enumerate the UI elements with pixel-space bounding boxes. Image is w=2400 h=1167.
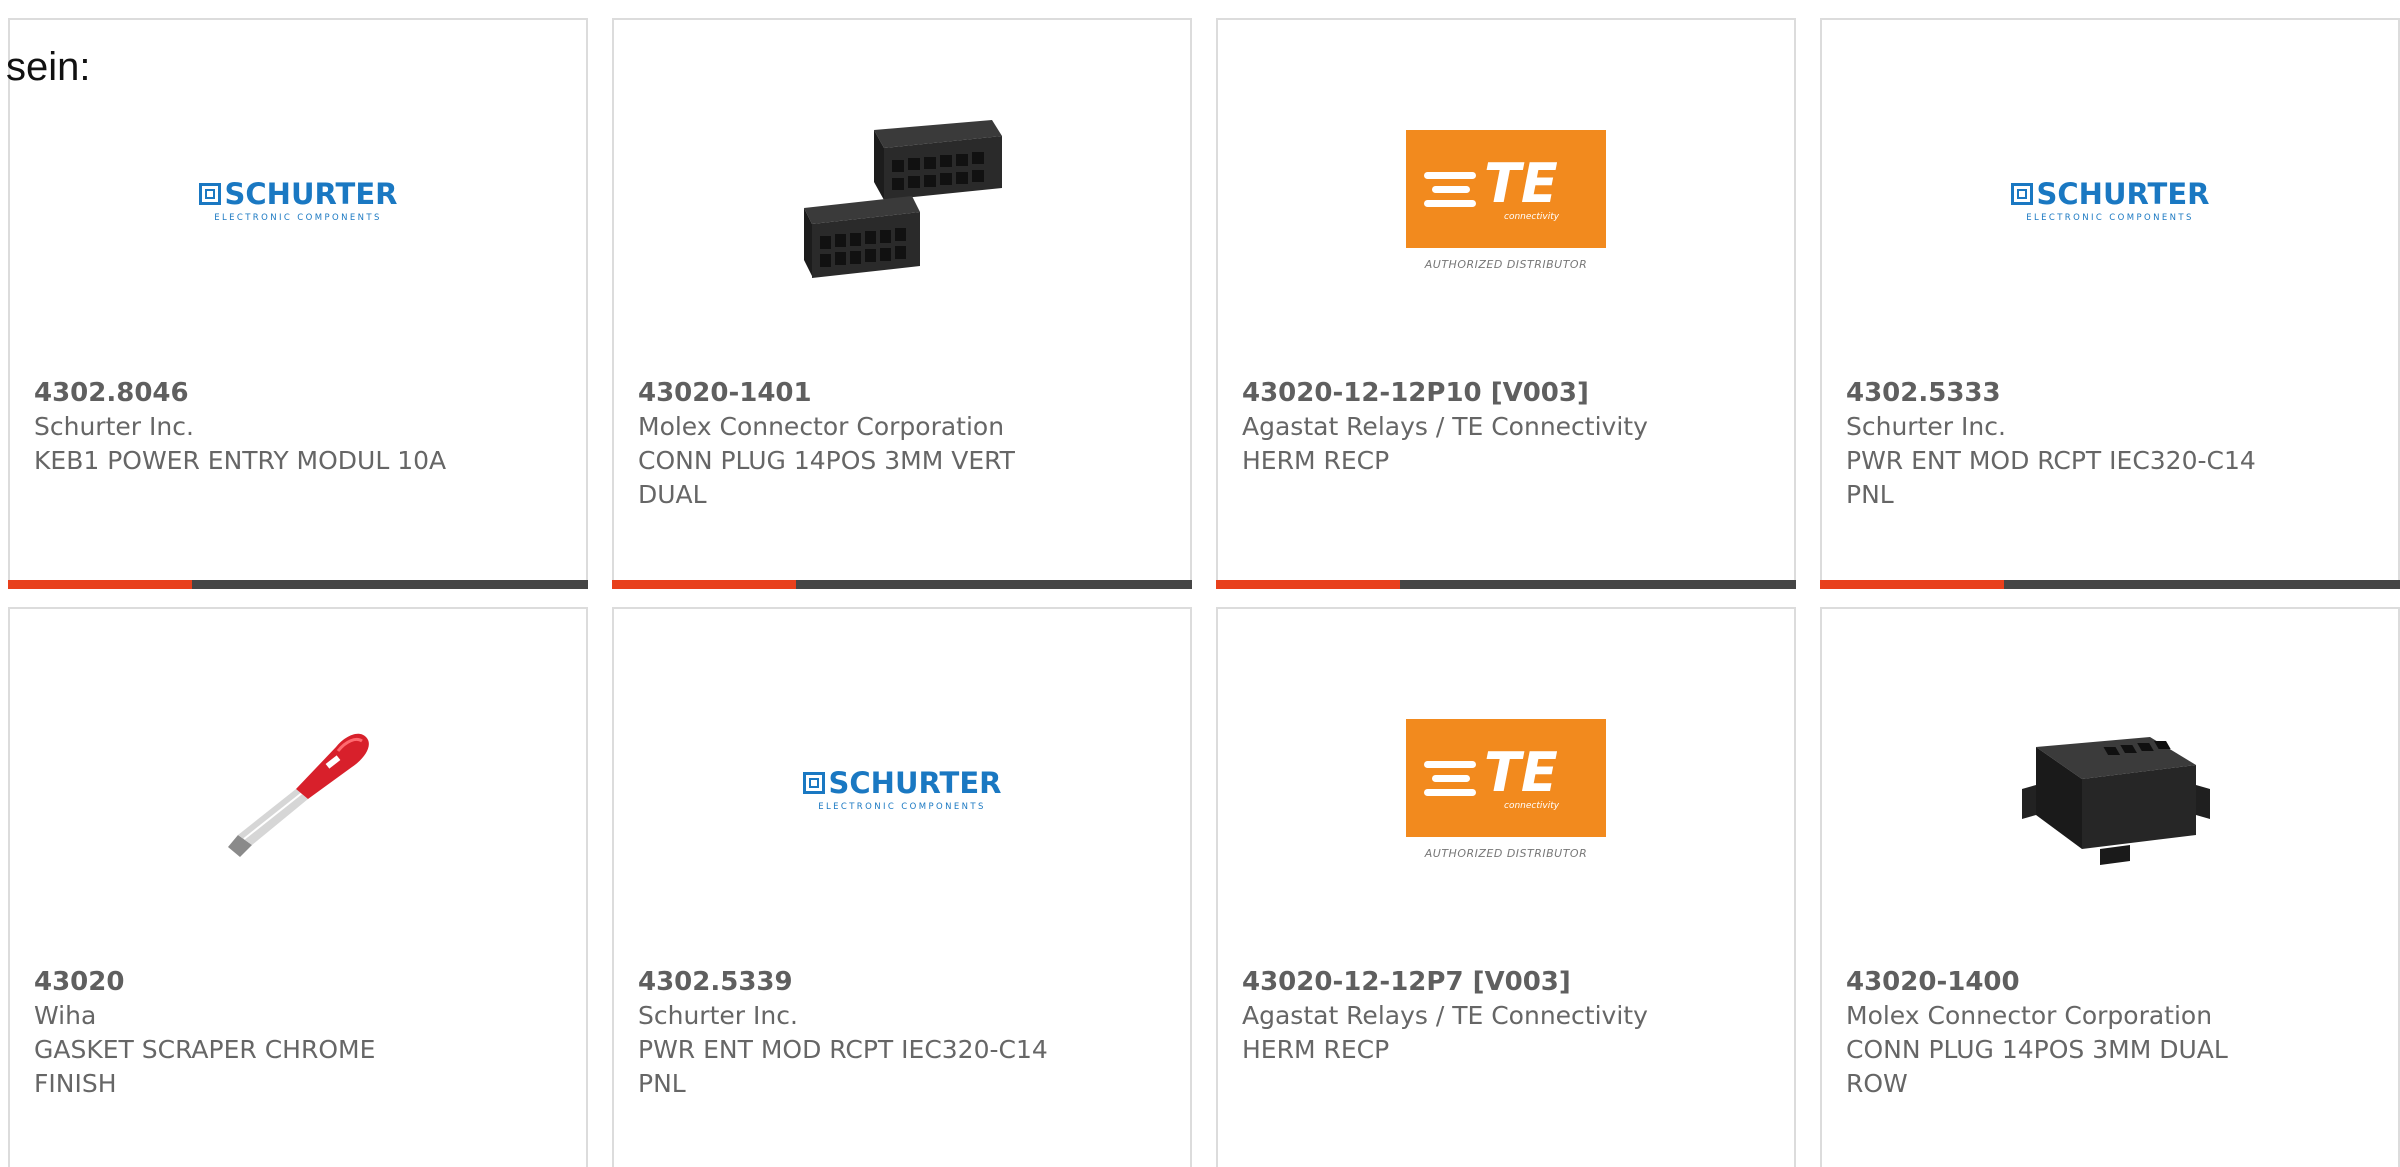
product-info: 43020-12-12P10 [V003] Agastat Relays / T…	[1242, 376, 1682, 478]
description-line: KEB1 POWER ENTRY MODUL 10A	[34, 446, 447, 475]
connector-photo-icon	[2022, 737, 2210, 865]
product-image	[614, 80, 1190, 320]
connector-photo-icon	[804, 120, 1002, 278]
description-line: CONN PLUG 14POS 3MM DUAL	[1846, 1035, 2228, 1064]
description-line: DUAL	[638, 480, 707, 509]
product-info: 4302.5339 Schurter Inc. PWR ENT MOD RCPT…	[638, 965, 1078, 1101]
product-image: SCHURTER ELECTRONIC COMPONENTS	[10, 80, 586, 320]
scraper-photo-icon	[228, 733, 369, 857]
product-card[interactable]: SCHURTER ELECTRONIC COMPONENTS 4302.8046…	[8, 18, 588, 589]
product-info: 43020-12-12P7 [V003] Agastat Relays / TE…	[1242, 965, 1682, 1067]
part-number[interactable]: 4302.5339	[638, 965, 1078, 999]
product-card[interactable]: 43020 Wiha GASKET SCRAPER CHROME FINISH	[8, 607, 588, 1167]
part-number[interactable]: 43020-12-12P7 [V003]	[1242, 965, 1682, 999]
description-line: HERM RECP	[1242, 1035, 1390, 1064]
product-results-page: sein: SCHURTER ELECTRONIC COMPONENTS 430…	[0, 0, 2400, 1167]
product-info: 43020 Wiha GASKET SCRAPER CHROME FINISH	[34, 965, 474, 1101]
part-number[interactable]: 43020-12-12P10 [V003]	[1242, 376, 1682, 410]
schurter-mark-icon	[802, 772, 825, 794]
product-image: SCHURTER ELECTRONIC COMPONENTS	[614, 669, 1190, 909]
description-line: PWR ENT MOD RCPT IEC320-C14	[638, 1035, 1048, 1064]
logo-subtext: ELECTRONIC COMPONENTS	[2026, 213, 2194, 223]
accent-segment	[8, 580, 192, 589]
schurter-mark-icon	[2010, 183, 2033, 205]
product-image	[10, 669, 586, 909]
product-info: 4302.5333 Schurter Inc. PWR ENT MOD RCPT…	[1846, 376, 2286, 512]
logo-text: SCHURTER	[2036, 177, 2210, 211]
logo-text: SCHURTER	[224, 177, 398, 211]
description-line: ROW	[1846, 1069, 1908, 1098]
te-stripes-icon	[1424, 171, 1476, 214]
product-info: 43020-1400 Molex Connector Corporation C…	[1846, 965, 2286, 1101]
te-logo: TE connectivity AUTHORIZED DISTRIBUTOR	[1406, 718, 1606, 860]
logo-small-text: connectivity	[1504, 211, 1560, 222]
part-number[interactable]: 43020-1401	[638, 376, 1078, 410]
logo-small-text: connectivity	[1504, 800, 1560, 811]
product-image: TE connectivity AUTHORIZED DISTRIBUTOR	[1218, 80, 1794, 320]
accent-segment	[612, 580, 796, 589]
te-logo: TE connectivity AUTHORIZED DISTRIBUTOR	[1406, 129, 1606, 271]
description-line: FINISH	[34, 1069, 117, 1098]
product-info: 4302.8046 Schurter Inc. KEB1 POWER ENTRY…	[34, 376, 474, 478]
product-image: TE connectivity AUTHORIZED DISTRIBUTOR	[1218, 669, 1794, 909]
description-line: PWR ENT MOD RCPT IEC320-C14	[1846, 446, 2256, 475]
manufacturer: Schurter Inc.	[638, 1001, 798, 1030]
schurter-logo: SCHURTER ELECTRONIC COMPONENTS	[2010, 177, 2210, 223]
schurter-logo: SCHURTER ELECTRONIC COMPONENTS	[198, 177, 398, 223]
manufacturer: Agastat Relays / TE Connectivity	[1242, 1001, 1648, 1030]
manufacturer: Agastat Relays / TE Connectivity	[1242, 412, 1648, 441]
logo-subtext: ELECTRONIC COMPONENTS	[214, 213, 382, 223]
accent-segment	[1820, 580, 2004, 589]
description-line: PNL	[638, 1069, 686, 1098]
manufacturer: Wiha	[34, 1001, 97, 1030]
logo-subtext: AUTHORIZED DISTRIBUTOR	[1424, 257, 1588, 271]
schurter-mark-icon	[198, 183, 221, 205]
product-image	[1822, 669, 2398, 909]
part-number[interactable]: 43020	[34, 965, 474, 999]
manufacturer: Schurter Inc.	[1846, 412, 2006, 441]
logo-subtext: AUTHORIZED DISTRIBUTOR	[1424, 846, 1588, 860]
prefix-text: sein:	[6, 45, 91, 89]
logo-subtext: ELECTRONIC COMPONENTS	[818, 802, 986, 812]
product-card[interactable]: SCHURTER ELECTRONIC COMPONENTS 4302.5339…	[612, 607, 1192, 1167]
product-card[interactable]: TE connectivity AUTHORIZED DISTRIBUTOR 4…	[1216, 18, 1796, 589]
manufacturer: Molex Connector Corporation	[1846, 1001, 2213, 1030]
description-line: HERM RECP	[1242, 446, 1390, 475]
schurter-logo: SCHURTER ELECTRONIC COMPONENTS	[802, 766, 1002, 812]
card-accent-bar	[1820, 580, 2400, 589]
card-accent-bar	[8, 580, 588, 589]
part-number[interactable]: 4302.8046	[34, 376, 474, 410]
description-line: CONN PLUG 14POS 3MM VERT	[638, 446, 1015, 475]
part-number[interactable]: 43020-1400	[1846, 965, 2286, 999]
product-card-grid: SCHURTER ELECTRONIC COMPONENTS 4302.8046…	[0, 0, 2400, 1167]
card-accent-bar	[1216, 580, 1796, 589]
logo-text: TE	[1484, 740, 1558, 804]
product-card[interactable]: 43020-1400 Molex Connector Corporation C…	[1820, 607, 2400, 1167]
manufacturer: Molex Connector Corporation	[638, 412, 1005, 441]
logo-text: TE	[1484, 151, 1558, 215]
accent-segment	[1216, 580, 1400, 589]
logo-text: SCHURTER	[828, 766, 1002, 800]
product-image: SCHURTER ELECTRONIC COMPONENTS	[1822, 80, 2398, 320]
description-line: GASKET SCRAPER CHROME	[34, 1035, 376, 1064]
card-accent-bar	[612, 580, 1192, 589]
part-number[interactable]: 4302.5333	[1846, 376, 2286, 410]
manufacturer: Schurter Inc.	[34, 412, 194, 441]
product-card[interactable]: SCHURTER ELECTRONIC COMPONENTS 4302.5333…	[1820, 18, 2400, 589]
te-stripes-icon	[1424, 760, 1476, 803]
product-card[interactable]: TE connectivity AUTHORIZED DISTRIBUTOR 4…	[1216, 607, 1796, 1167]
description-line: PNL	[1846, 480, 1894, 509]
product-info: 43020-1401 Molex Connector Corporation C…	[638, 376, 1078, 512]
product-card[interactable]: 43020-1401 Molex Connector Corporation C…	[612, 18, 1192, 589]
